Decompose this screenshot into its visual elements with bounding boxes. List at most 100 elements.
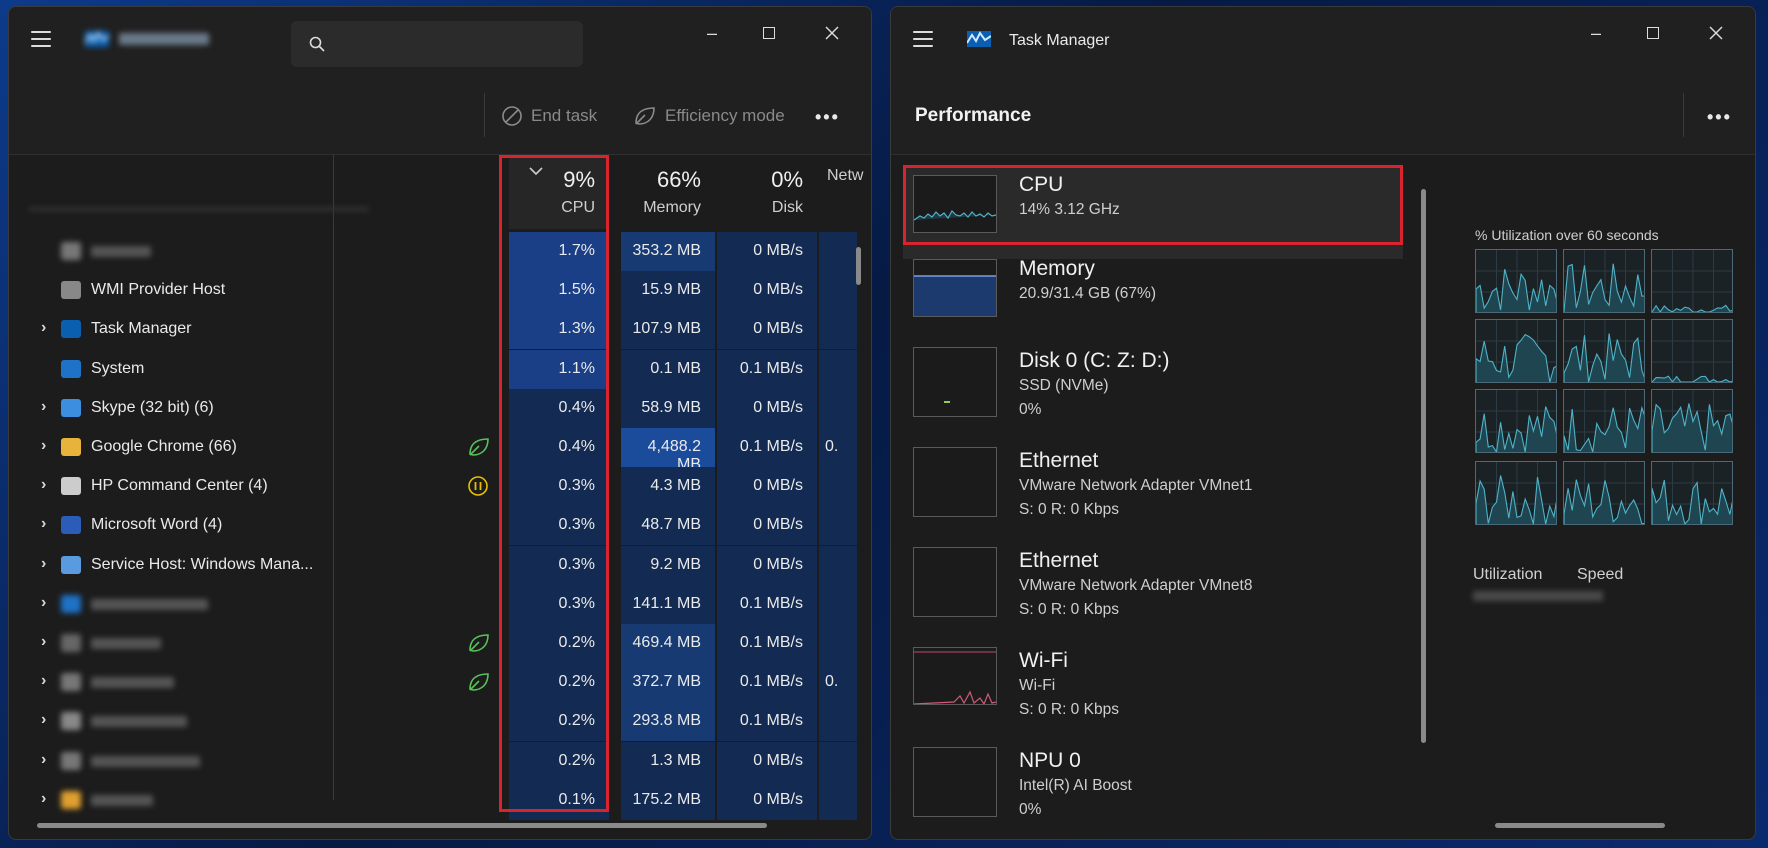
maximize-button[interactable]: [1638, 21, 1668, 45]
disk-cell: 0.1 MB/s: [717, 702, 817, 742]
utilization-label: Utilization: [1473, 566, 1543, 583]
expand-chevron-icon[interactable]: ›: [41, 672, 46, 690]
end-task-icon: [502, 106, 522, 126]
blurred-process-name: [91, 794, 153, 806]
expand-chevron-icon[interactable]: ›: [41, 594, 46, 612]
more-options-button[interactable]: •••: [1707, 107, 1732, 128]
minimize-button[interactable]: –: [697, 21, 727, 45]
perf-item-ethernet[interactable]: Ethernet VMware Network Adapter VMnet1 S: …: [903, 441, 1403, 533]
npu-graph-thumbnail: [913, 747, 997, 817]
process-row[interactable]: › 0.2% 372.7 MB 0.1 MB/s 0.: [9, 663, 857, 703]
perf-item-title: Disk 0 (C: Z: D:): [1019, 349, 1170, 372]
network-cell: 0.: [819, 663, 857, 703]
column-header-disk[interactable]: 0% Disk: [715, 155, 817, 229]
core-graph: [1475, 319, 1559, 384]
expand-chevron-icon[interactable]: ›: [41, 711, 46, 729]
memory-cell: 4.3 MB: [621, 467, 715, 507]
process-name: Task Manager: [91, 320, 192, 338]
process-row[interactable]: › 0.2% 469.4 MB 0.1 MB/s: [9, 624, 857, 663]
process-row[interactable]: › Task Manager 1.3% 107.9 MB 0 MB/s: [9, 310, 857, 350]
process-name: System: [91, 359, 145, 377]
utilization-caption: % Utilization over 60 seconds: [1475, 227, 1659, 243]
blurred-process-name: [91, 755, 200, 767]
search-input[interactable]: [291, 21, 583, 67]
process-icon: [61, 398, 81, 417]
maximize-button[interactable]: [754, 21, 784, 45]
expand-chevron-icon[interactable]: ›: [41, 555, 46, 573]
hamburger-menu-icon[interactable]: [913, 31, 933, 47]
minimize-button[interactable]: –: [1581, 21, 1611, 45]
more-options-button[interactable]: •••: [815, 107, 840, 128]
close-button[interactable]: [817, 21, 847, 45]
process-row[interactable]: › 0.2% 293.8 MB 0.1 MB/s: [9, 702, 857, 742]
perf-item-memory[interactable]: Memory 20.9/31.4 GB (67%): [903, 251, 1403, 343]
disk-cell: 0 MB/s: [717, 271, 817, 311]
close-button[interactable]: [1701, 21, 1731, 45]
process-row[interactable]: › Service Host: Windows Mana... 0.3% 9.2 MB…: [9, 545, 857, 585]
process-row[interactable]: › HP Command Center (4) 0.3% 4.3 MB 0 MB/s: [9, 467, 857, 507]
horizontal-scrollbar-thumb[interactable]: [1495, 823, 1665, 828]
network-cell: [819, 584, 857, 624]
process-row[interactable]: WMI Provider Host 1.5% 15.9 MB 0 MB/s: [9, 271, 857, 311]
column-percent: 66%: [656, 167, 701, 192]
perf-item-npu-0[interactable]: NPU 0 Intel(R) AI Boost 0%: [903, 741, 1403, 833]
process-row[interactable]: › 0.3% 141.1 MB 0.1 MB/s: [9, 584, 857, 624]
process-icon: [61, 516, 81, 535]
expand-chevron-icon[interactable]: ›: [41, 633, 46, 651]
expand-chevron-icon[interactable]: ›: [41, 476, 46, 494]
disk-cell: 0 MB/s: [717, 506, 817, 546]
expand-chevron-icon[interactable]: ›: [41, 319, 46, 337]
window-title: Task Manager: [1009, 32, 1110, 49]
close-icon: [825, 26, 839, 40]
task-manager-processes-window: – End task Efficiency mode ••• 9% CPU 66% M…: [8, 6, 872, 840]
leaf-icon: [635, 107, 655, 125]
process-row[interactable]: › Microsoft Word (4) 0.3% 48.7 MB 0 MB/s: [9, 506, 857, 546]
disk-cell: 0.1 MB/s: [717, 663, 817, 703]
efficiency-leaf-icon: [467, 436, 491, 458]
expand-chevron-icon[interactable]: ›: [41, 398, 46, 416]
eth-graph-thumbnail: [913, 447, 997, 517]
task-manager-performance-window: Task Manager – Performance ••• CPU 14% 3.…: [890, 6, 1756, 840]
mem-graph-thumbnail: [913, 259, 997, 317]
network-cell: [819, 271, 857, 311]
efficiency-mode-button[interactable]: Efficiency mode: [633, 105, 785, 127]
process-row[interactable]: › Skype (32 bit) (6) 0.4% 58.9 MB 0 MB/s: [9, 388, 857, 428]
process-row[interactable]: › Google Chrome (66) 0.4% 4,488.2 MB 0.1 MB/…: [9, 428, 857, 473]
perf-item-title: Wi-Fi: [1019, 649, 1068, 672]
perf-item-wi-fi[interactable]: Wi-Fi Wi-Fi S: 0 R: 0 Kbps: [903, 641, 1403, 733]
end-task-button[interactable]: End task: [501, 105, 597, 127]
process-row[interactable]: System 1.1% 0.1 MB 0.1 MB/s: [9, 349, 857, 389]
wifi-graph-thumbnail: [913, 647, 997, 706]
perf-item-disk-0-c-z-d[interactable]: Disk 0 (C: Z: D:) SSD (NVMe) 0%: [903, 341, 1403, 433]
process-row[interactable]: › 0.2% 1.3 MB 0 MB/s: [9, 741, 857, 781]
process-name: HP Command Center (4): [91, 477, 268, 495]
process-row[interactable]: › 0.1% 175.2 MB 0 MB/s: [9, 780, 857, 820]
core-graph: [1651, 319, 1735, 384]
memory-cell: 372.7 MB: [621, 663, 715, 703]
disk-cell: 0 MB/s: [717, 232, 817, 271]
blurred-header-line: [29, 207, 369, 211]
column-header-netw[interactable]: Netw: [817, 155, 871, 229]
toolbar-divider: [484, 93, 485, 137]
expand-chevron-icon[interactable]: ›: [41, 790, 46, 808]
network-cell: [819, 506, 857, 546]
expand-chevron-icon[interactable]: ›: [41, 515, 46, 533]
expand-chevron-icon[interactable]: ›: [41, 751, 46, 769]
vertical-scrollbar-thumb[interactable]: [1421, 189, 1426, 743]
expand-chevron-icon[interactable]: ›: [41, 437, 46, 455]
core-graph: [1563, 319, 1647, 384]
column-header-memory[interactable]: 66% Memory: [619, 155, 715, 229]
process-icon: [61, 555, 81, 574]
memory-cell: 293.8 MB: [621, 702, 715, 742]
disk-cell: 0 MB/s: [717, 310, 817, 350]
vertical-scrollbar-thumb[interactable]: [856, 247, 861, 285]
network-cell: [819, 388, 857, 428]
disk-cell: 0.1 MB/s: [717, 349, 817, 389]
horizontal-scrollbar-thumb[interactable]: [37, 823, 767, 828]
perf-item-detail-2: 0%: [1019, 401, 1042, 418]
perf-item-ethernet[interactable]: Ethernet VMware Network Adapter VMnet8 S: …: [903, 541, 1403, 633]
perf-item-title: NPU 0: [1019, 749, 1081, 772]
process-row[interactable]: 1.7% 353.2 MB 0 MB/s: [9, 232, 857, 271]
network-cell: [819, 702, 857, 742]
hamburger-menu-icon[interactable]: [31, 31, 51, 47]
